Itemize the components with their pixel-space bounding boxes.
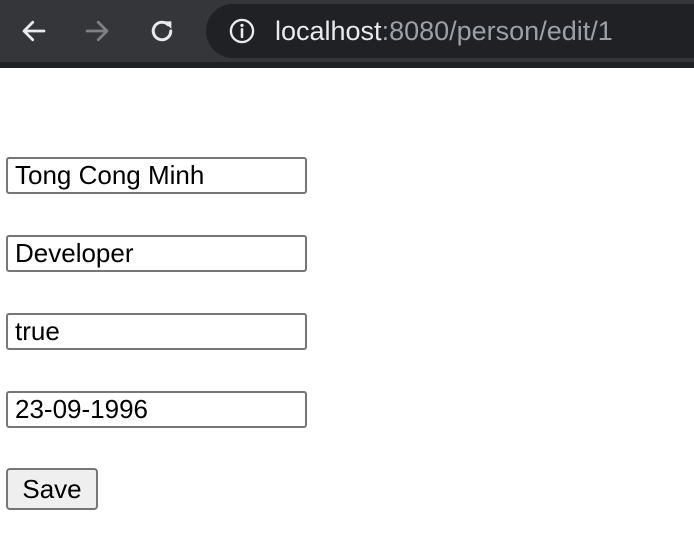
forward-button[interactable] xyxy=(76,10,118,52)
url-path: :8080/person/edit/1 xyxy=(381,16,613,46)
date-of-birth-input[interactable] xyxy=(6,391,307,428)
url-text[interactable]: localhost:8080/person/edit/1 xyxy=(275,14,613,48)
name-input[interactable] xyxy=(6,157,307,194)
active-input[interactable] xyxy=(6,313,307,350)
address-bar[interactable]: localhost:8080/person/edit/1 xyxy=(206,4,694,58)
url-host: localhost xyxy=(275,16,382,46)
arrow-left-icon xyxy=(22,20,46,42)
browser-toolbar: localhost:8080/person/edit/1 xyxy=(0,0,694,68)
save-button[interactable]: Save xyxy=(6,468,98,510)
info-circle-icon[interactable] xyxy=(228,17,256,45)
reload-button[interactable] xyxy=(141,10,183,52)
job-input[interactable] xyxy=(6,235,307,272)
reload-icon xyxy=(151,20,173,42)
back-button[interactable] xyxy=(13,10,55,52)
arrow-right-icon xyxy=(85,20,109,42)
